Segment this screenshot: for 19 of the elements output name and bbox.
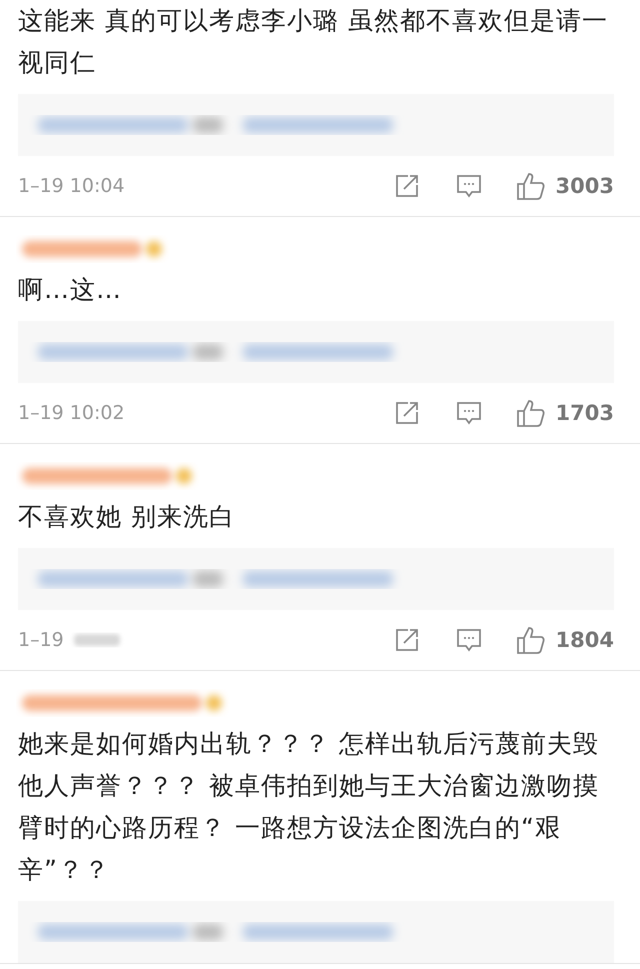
comment-icon[interactable] — [456, 173, 482, 199]
thumbs-up-icon[interactable] — [516, 398, 546, 428]
comment-text: 这能来 真的可以考虑李小璐 虽然都不喜欢但是请一视同仁 — [18, 5, 609, 79]
thumbs-up-icon[interactable] — [516, 171, 546, 201]
share-icon[interactable] — [394, 627, 420, 653]
like-count: 1703 — [556, 401, 614, 425]
comment-time: 1–19 — [18, 629, 64, 651]
share-icon[interactable] — [394, 400, 420, 426]
comment-icon[interactable] — [456, 400, 482, 426]
comment-text: 她来是如何婚内出轨？？？ 怎样出轨后污蔑前夫毁他人声誉？？？ 被卓伟拍到她与王大治窗边激吻摸臂时的心路历程？ 一路想方设法企图洗白的“艰辛”？？ — [18, 728, 600, 886]
comment-text: 啊…这… — [18, 274, 123, 306]
comment-time: 1–19 10:02 — [18, 402, 125, 424]
share-icon[interactable] — [394, 173, 420, 199]
comment-text: 不喜欢她 别来洗白 — [18, 501, 236, 533]
thumbs-up-icon[interactable] — [516, 625, 546, 655]
like-count: 3003 — [556, 174, 614, 198]
comment-icon[interactable] — [456, 627, 482, 653]
like-count: 1804 — [556, 628, 614, 652]
comment-time: 1–19 10:04 — [18, 175, 125, 197]
